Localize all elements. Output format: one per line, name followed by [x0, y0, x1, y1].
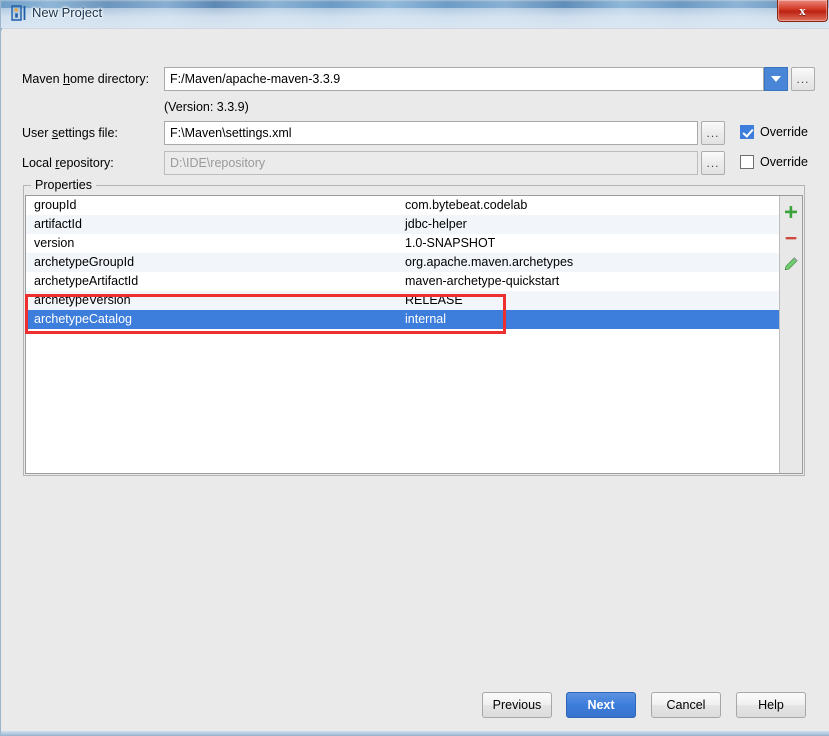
property-value: RELEASE: [405, 293, 463, 307]
property-value: org.apache.maven.archetypes: [405, 255, 574, 269]
checkbox-unchecked-icon: [740, 155, 754, 169]
label-part-2: epository:: [59, 156, 114, 170]
intellij-idea-icon: [11, 5, 27, 21]
property-value: maven-archetype-quickstart: [405, 274, 560, 288]
window-title: New Project: [32, 5, 103, 20]
label-part-1: User: [22, 126, 52, 140]
local-repository-override-label: Override: [760, 155, 808, 169]
maven-version-note: (Version: 3.3.9): [164, 100, 249, 114]
label-part-2: ome directory:: [69, 72, 150, 86]
label-part-2: ettings file:: [58, 126, 118, 140]
previous-button[interactable]: Previous: [482, 692, 552, 718]
property-key: version: [34, 236, 75, 250]
property-key: groupId: [34, 198, 77, 212]
title-bar-background: [1, 8, 829, 28]
property-key: archetypeGroupId: [34, 255, 135, 269]
dialog-content: Maven home directory: F:/Maven/apache-ma…: [2, 28, 829, 735]
label-part-1: Maven: [22, 72, 63, 86]
maven-home-dropdown-button[interactable]: [764, 67, 788, 91]
maven-home-browse-button[interactable]: ...: [791, 67, 815, 91]
maven-home-directory-input[interactable]: F:/Maven/apache-maven-3.3.9: [164, 67, 764, 91]
local-repository-override-checkbox[interactable]: Override: [740, 155, 808, 169]
table-row[interactable]: groupId com.bytebeat.codelab: [26, 196, 779, 215]
user-settings-override-checkbox[interactable]: Override: [740, 125, 808, 139]
user-settings-file-input[interactable]: F:\Maven\settings.xml: [164, 121, 698, 145]
local-repository-browse-button[interactable]: ...: [701, 151, 725, 175]
property-value: internal: [405, 312, 446, 326]
close-button[interactable]: x: [777, 0, 828, 22]
property-key: archetypeCatalog: [34, 312, 132, 326]
user-settings-override-label: Override: [760, 125, 808, 139]
title-bar: New Project x: [1, 0, 829, 28]
close-icon: x: [799, 2, 806, 18]
table-row[interactable]: artifactId jdbc-helper: [26, 215, 779, 234]
help-button[interactable]: Help: [736, 692, 806, 718]
property-key: artifactId: [34, 217, 82, 231]
table-row[interactable]: version 1.0-SNAPSHOT: [26, 234, 779, 253]
add-property-icon[interactable]: [783, 204, 799, 220]
table-row[interactable]: archetypeGroupId org.apache.maven.archety…: [26, 253, 779, 272]
cancel-button[interactable]: Cancel: [651, 692, 721, 718]
maven-home-directory-label: Maven home directory:: [22, 72, 149, 86]
chevron-down-icon: [771, 76, 781, 82]
table-row[interactable]: archetypeVersion RELEASE: [26, 291, 779, 310]
new-project-dialog: New Project x Maven home directory: F:/M…: [0, 0, 829, 736]
properties-toolbar: [779, 196, 802, 473]
properties-panel: groupId com.bytebeat.codelab artifactId jdb…: [25, 195, 803, 474]
edit-property-icon[interactable]: [783, 256, 799, 272]
properties-table[interactable]: groupId com.bytebeat.codelab artifactId jdb…: [26, 196, 779, 473]
remove-property-icon[interactable]: [783, 230, 799, 246]
property-value: 1.0-SNAPSHOT: [405, 236, 496, 250]
user-settings-file-label: User settings file:: [22, 126, 118, 140]
label-mnemonic: h: [63, 72, 70, 86]
properties-group-label: Properties: [31, 178, 96, 192]
table-row[interactable]: archetypeCatalog internal: [26, 310, 779, 329]
local-repository-label: Local repository:: [22, 156, 114, 170]
property-value: com.bytebeat.codelab: [405, 198, 528, 212]
property-key: archetypeVersion: [34, 293, 131, 307]
window-bottom-edge: [1, 731, 829, 735]
table-row[interactable]: archetypeArtifactId maven-archetype-quick…: [26, 272, 779, 291]
user-settings-browse-button[interactable]: ...: [701, 121, 725, 145]
property-key: archetypeArtifactId: [34, 274, 139, 288]
property-value: jdbc-helper: [405, 217, 467, 231]
next-button[interactable]: Next: [566, 692, 636, 718]
label-part-1: Local: [22, 156, 56, 170]
local-repository-input: D:\IDE\repository: [164, 151, 698, 175]
checkbox-checked-icon: [740, 125, 754, 139]
